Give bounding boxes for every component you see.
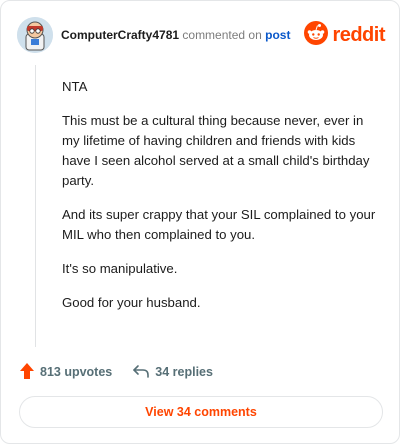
replies-button[interactable]: 34 replies xyxy=(132,364,213,381)
upvote-count: 813 upvotes xyxy=(40,365,113,379)
thread-line xyxy=(35,65,36,347)
comment-header: ComputerCrafty4781 commented on post red… xyxy=(17,15,385,55)
reddit-wordmark: reddit xyxy=(332,23,385,46)
reply-count: 34 replies xyxy=(155,365,213,379)
comment-card: ComputerCrafty4781 commented on post red… xyxy=(0,0,400,444)
comment-paragraph: NTA xyxy=(62,79,88,94)
comment-body: NTA This must be a cultural thing becaus… xyxy=(62,77,376,327)
view-comments-button[interactable]: View 34 comments xyxy=(19,396,383,428)
upvote-arrow-icon xyxy=(19,362,40,383)
reddit-logo-icon xyxy=(304,20,329,50)
reddit-brand[interactable]: reddit xyxy=(304,20,385,50)
username-link[interactable]: ComputerCrafty4781 xyxy=(61,28,179,42)
comment-meta: ComputerCrafty4781 commented on post xyxy=(61,28,304,42)
upvote-button[interactable]: 813 upvotes xyxy=(19,362,112,383)
comment-paragraph: This must be a cultural thing because ne… xyxy=(62,113,370,188)
post-link[interactable]: post xyxy=(265,28,290,42)
comment-actions: 813 upvotes 34 replies xyxy=(19,362,233,382)
avatar[interactable] xyxy=(17,17,53,53)
reply-arrow-icon xyxy=(132,364,155,381)
action-text: commented on xyxy=(182,28,262,42)
comment-paragraph: It's so manipulative. xyxy=(62,261,178,276)
comment-paragraph: Good for your husband. xyxy=(62,295,201,310)
comment-paragraph: And its super crappy that your SIL compl… xyxy=(62,207,376,242)
